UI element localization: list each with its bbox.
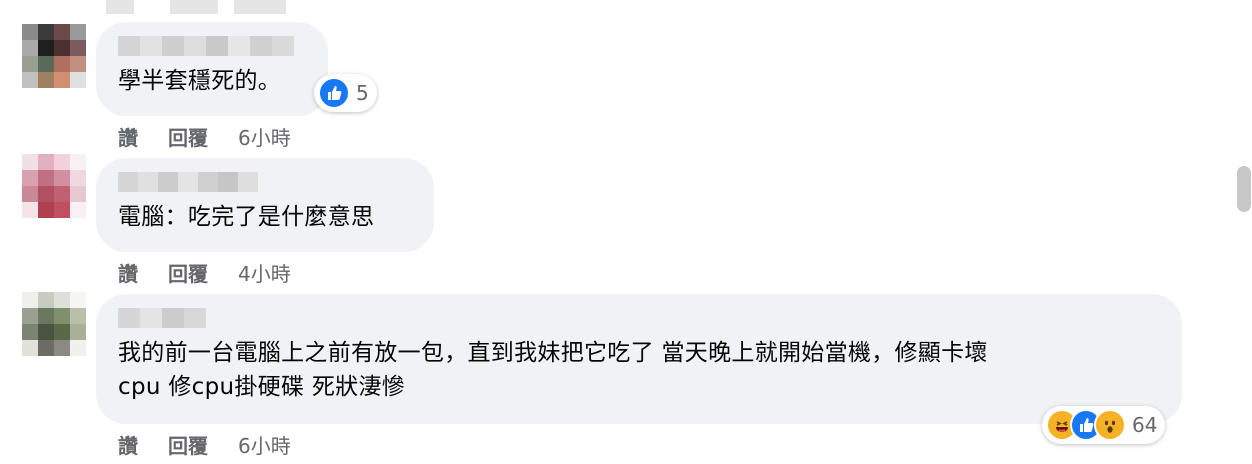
comment-text: 學半套穩死的。	[118, 68, 282, 94]
avatar[interactable]	[22, 154, 86, 218]
reaction-count: 64	[1132, 413, 1158, 437]
commenter-name-blurred[interactable]	[118, 172, 412, 192]
reply-button[interactable]: 回覆	[168, 258, 208, 287]
scrollbar-thumb[interactable]	[1237, 166, 1251, 212]
commenter-name-blurred[interactable]	[118, 308, 1160, 328]
comment-text: 電腦：吃完了是什麼意思	[118, 204, 375, 230]
commenter-name-blurred[interactable]	[118, 36, 306, 56]
reaction-summary[interactable]: 5	[314, 74, 377, 112]
reaction-summary[interactable]: 64	[1042, 406, 1166, 444]
like-button[interactable]: 讚	[118, 122, 138, 151]
reply-button[interactable]: 回覆	[168, 122, 208, 151]
like-icon	[318, 77, 350, 109]
comment-text-line-2: cpu 修cpu掛硬碟 死狀淒慘	[118, 374, 406, 400]
like-button[interactable]: 讚	[118, 430, 138, 459]
timestamp[interactable]: 6小時	[238, 430, 291, 459]
comment-actions: 讚 回覆 6小時	[118, 430, 291, 459]
previous-content-fragment	[234, 0, 286, 14]
comment-bubble: 學半套穩死的。	[96, 22, 328, 116]
reply-button[interactable]: 回覆	[168, 430, 208, 459]
comment-actions: 讚 回覆 6小時	[118, 122, 291, 151]
reaction-count: 5	[356, 81, 369, 105]
avatar[interactable]	[22, 24, 86, 88]
comment-text-line-1: 我的前一台電腦上之前有放一包，直到我妹把它吃了 當天晚上就開始當機，修顯卡壞	[118, 340, 988, 366]
comment-bubble: 我的前一台電腦上之前有放一包，直到我妹把它吃了 當天晚上就開始當機，修顯卡壞 c…	[96, 294, 1182, 424]
timestamp[interactable]: 4小時	[238, 258, 291, 287]
comment-actions: 讚 回覆 4小時	[118, 258, 291, 287]
wow-icon	[1094, 409, 1126, 441]
timestamp[interactable]: 6小時	[238, 122, 291, 151]
avatar[interactable]	[22, 292, 86, 356]
previous-content-fragment	[170, 0, 218, 14]
comment-bubble: 電腦：吃完了是什麼意思	[96, 158, 434, 252]
previous-content-fragment	[106, 0, 134, 14]
like-button[interactable]: 讚	[118, 258, 138, 287]
